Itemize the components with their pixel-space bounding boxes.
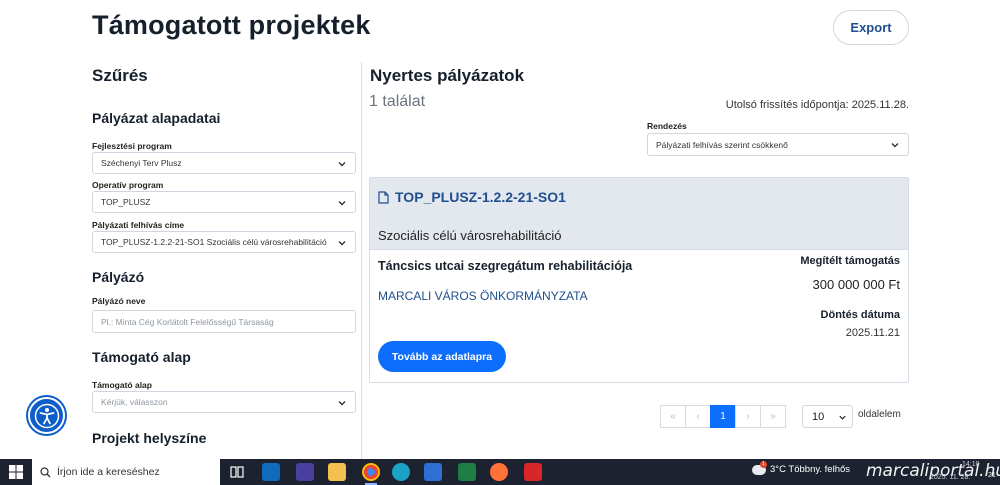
page-last-button[interactable]: » [760,405,786,428]
call-title-label: Pályázati felhívás címe [92,220,185,230]
result-card: TOP_PLUSZ-1.2.2-21-SO1 Szociális célú vá… [369,177,909,383]
applicant-section-title: Pályázó [92,269,145,285]
export-button[interactable]: Export [833,10,909,45]
sort-value: Pályázati felhívás szerint csökkenő [656,139,788,150]
taskbar: Írjon ide a kereséshez 1 3°C Többny. fel… [0,459,1000,485]
pagination: « ‹ 1 › » [660,405,786,428]
card-subtitle: Szociális célú városrehabilitáció [378,228,562,243]
chrome-icon[interactable] [362,463,380,485]
accessibility-icon [34,403,59,428]
taskbar-search-input[interactable]: Írjon ide a kereséshez [32,459,220,485]
fund-placeholder: Kérjük, válasszon [101,397,168,407]
applicant-name-label: Pályázó neve [92,296,146,306]
chevron-down-icon [338,241,346,246]
call-title-value: TOP_PLUSZ-1.2.2-21-SO1 Szociális célú vá… [101,237,327,247]
sort-label: Rendezés [647,121,687,131]
amount-label: Megítélt támogatás [800,255,900,267]
save-app-icon[interactable] [296,463,314,481]
decision-date-label: Döntés dátuma [820,309,900,321]
taskbar-time: 14:10 [962,461,980,468]
amount-value: 300 000 000 Ft [812,277,900,292]
fund-section-title: Támogató alap [92,349,191,365]
card-project-title: Táncsics utcai szegregátum rehabilitáció… [378,259,633,273]
details-button[interactable]: Tovább az adatlapra [378,341,506,372]
page-title: Támogatott projektek [92,10,371,40]
chevron-down-icon [891,143,899,148]
weather-text: 3°C Többny. felhős [770,464,851,475]
filters-heading: Szűrés [92,66,148,85]
page-next-button[interactable]: › [735,405,761,428]
decision-date-value: 2025.11.21 [845,327,900,339]
search-icon [40,466,51,477]
card-code: TOP_PLUSZ-1.2.2-21-SO1 [395,189,566,205]
page-first-button[interactable]: « [660,405,686,428]
page-current-button[interactable]: 1 [710,405,736,428]
results-heading: Nyertes pályázatok [370,66,525,85]
call-title-select[interactable]: TOP_PLUSZ-1.2.2-21-SO1 Szociális célú vá… [92,231,356,253]
edge-icon[interactable] [392,463,410,481]
fund-label: Támogató alap [92,380,152,390]
per-page-select[interactable]: 10 [802,405,853,428]
fund-select[interactable]: Kérjük, válasszon [92,391,356,413]
dev-program-value: Széchenyi Terv Plusz [101,158,182,168]
op-program-label: Operatív program [92,180,164,190]
applicant-name-input[interactable]: Pl.: Minta Cég Korlátolt Felelősségű Tár… [92,310,356,333]
accessibility-button[interactable] [28,397,65,434]
column-divider [361,62,362,459]
task-view-icon[interactable] [228,463,246,481]
per-page-label: oldalelem [858,409,901,420]
file-explorer-icon[interactable] [328,463,346,481]
windows-start-icon[interactable] [8,464,24,480]
card-header: TOP_PLUSZ-1.2.2-21-SO1 Szociális célú vá… [370,178,908,250]
dev-program-label: Fejlesztési program [92,141,172,151]
card-code-link[interactable]: TOP_PLUSZ-1.2.2-21-SO1 [378,189,566,205]
applicant-name-placeholder: Pl.: Minta Cég Korlátolt Felelősségű Tár… [101,316,274,327]
last-update: Utolsó frissítés időpontja: 2025.11.28. [725,99,909,111]
excel-icon[interactable] [458,463,476,481]
outlook-icon[interactable] [262,463,280,481]
firefox-icon[interactable] [490,463,508,481]
per-page-value: 10 [812,410,825,423]
op-program-select[interactable]: TOP_PLUSZ [92,191,356,213]
page: Támogatott projektek Export Szűrés Pályá… [0,0,1000,459]
cloud-icon: 1 [752,460,767,475]
basic-section-title: Pályázat alapadatai [92,110,221,126]
location-section-title: Projekt helyszíne [92,430,207,446]
notification-count[interactable]: 21 [988,472,996,479]
weather-badge: 1 [760,460,767,468]
taskbar-date: 2025. 11. 28. [930,474,971,481]
weather-widget[interactable]: 1 3°C Többny. felhős [752,460,851,475]
remote-desktop-icon[interactable] [424,463,442,481]
taskbar-search-placeholder: Írjon ide a kereséshez [57,466,160,478]
results-count: 1 találat [369,93,426,110]
document-icon [378,190,389,204]
card-organization: MARCALI VÁROS ÖNKORMÁNYZATA [378,289,588,303]
op-program-value: TOP_PLUSZ [101,197,151,207]
chevron-down-icon [338,162,346,167]
acrobat-icon[interactable] [524,463,542,481]
chevron-down-icon [839,415,846,420]
page-prev-button[interactable]: ‹ [685,405,711,428]
dev-program-select[interactable]: Széchenyi Terv Plusz [92,152,356,174]
sort-select[interactable]: Pályázati felhívás szerint csökkenő [647,133,909,156]
chevron-down-icon [338,401,346,406]
chevron-down-icon [338,201,346,206]
